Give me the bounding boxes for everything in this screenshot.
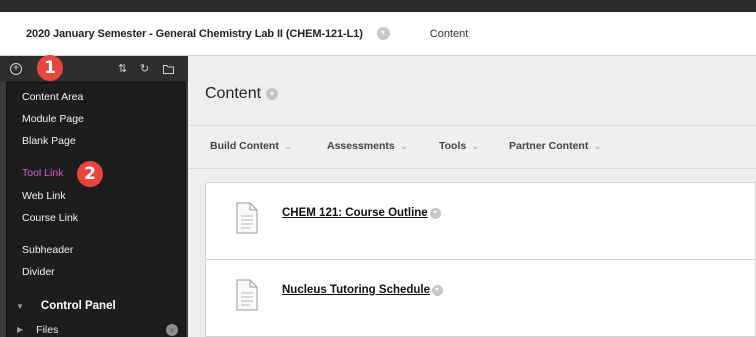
- sidebar-toolbar: + ⇅ ↻: [0, 56, 188, 82]
- control-panel-header[interactable]: ▼ Control Panel: [0, 293, 188, 319]
- chevron-down-icon[interactable]: [429, 207, 441, 219]
- menu-item-divider[interactable]: Divider: [22, 266, 55, 278]
- partner-content-button[interactable]: Partner Content ⌄: [509, 140, 602, 152]
- plus-icon[interactable]: +: [10, 63, 22, 75]
- menu-item-tool-link[interactable]: Tool Link: [22, 167, 63, 179]
- step-marker-2: 2: [77, 161, 103, 187]
- partner-content-label: Partner Content: [509, 140, 589, 152]
- item-title-link[interactable]: Nucleus Tutoring Schedule: [282, 284, 444, 296]
- content-list: CHEM 121: Course Outline Nucleus Tutorin…: [205, 182, 756, 337]
- menu-item-course-link[interactable]: Course Link: [22, 212, 78, 224]
- folder-icon[interactable]: [163, 64, 174, 74]
- chevron-down-icon[interactable]: [266, 88, 279, 100]
- item-title-text: CHEM 121: Course Outline: [282, 207, 428, 219]
- menu-item-content-area[interactable]: Content Area: [22, 91, 83, 103]
- sort-icon[interactable]: ⇅: [118, 63, 127, 75]
- control-panel-item-files[interactable]: ▶ Files ›: [0, 322, 188, 337]
- control-panel-label: Control Panel: [40, 300, 116, 312]
- chevron-down-icon: ⌄: [471, 141, 480, 152]
- assessments-button[interactable]: Assessments ⌄: [327, 140, 408, 152]
- files-label: Files: [36, 323, 59, 336]
- build-content-button[interactable]: Build Content ⌄: [210, 140, 292, 152]
- collapse-arrow-icon: ▼: [16, 301, 24, 311]
- expand-arrow-icon: ▶: [17, 325, 24, 334]
- tools-button[interactable]: Tools ⌄: [439, 140, 480, 152]
- page-title: Content: [205, 85, 279, 103]
- list-item: Nucleus Tutoring Schedule: [206, 259, 756, 335]
- assessments-label: Assessments: [327, 140, 395, 152]
- chevron-down-icon: ⌄: [283, 141, 293, 152]
- top-bar: [0, 0, 756, 12]
- item-title-link[interactable]: CHEM 121: Course Outline: [282, 207, 441, 219]
- chevron-right-icon[interactable]: ›: [166, 324, 178, 336]
- build-content-label: Build Content: [210, 140, 279, 152]
- course-menu-sidebar: + ⇅ ↻ Content Area Module Page Blank Pag…: [0, 56, 188, 337]
- main-content: Content Build Content ⌄ Assessments ⌄ Tool…: [188, 56, 756, 337]
- chevron-down-icon: ⌄: [593, 141, 602, 152]
- breadcrumb-current: Content: [429, 27, 469, 40]
- page-title-text: Content: [205, 85, 262, 102]
- menu-item-web-link[interactable]: Web Link: [22, 190, 66, 202]
- step-marker-1: 1: [37, 55, 63, 81]
- breadcrumb: 2020 January Semester - General Chemistr…: [0, 12, 756, 56]
- item-title-text: Nucleus Tutoring Schedule: [282, 284, 431, 296]
- breadcrumb-course-title[interactable]: 2020 January Semester - General Chemistr…: [26, 28, 363, 40]
- menu-item-blank-page[interactable]: Blank Page: [22, 135, 76, 147]
- document-icon: [236, 202, 258, 234]
- chevron-down-icon: ⌄: [399, 141, 409, 152]
- menu-item-module-page[interactable]: Module Page: [22, 113, 84, 125]
- refresh-icon[interactable]: ↻: [140, 63, 149, 75]
- document-icon: [236, 279, 258, 311]
- chevron-down-icon[interactable]: [432, 284, 444, 296]
- list-item: CHEM 121: Course Outline: [206, 183, 756, 259]
- menu-item-subheader[interactable]: Subheader: [22, 244, 73, 256]
- tools-label: Tools: [439, 140, 467, 152]
- chevron-down-icon[interactable]: [376, 27, 390, 40]
- action-bar: Build Content ⌄ Assessments ⌄ Tools ⌄ Partn…: [188, 125, 756, 169]
